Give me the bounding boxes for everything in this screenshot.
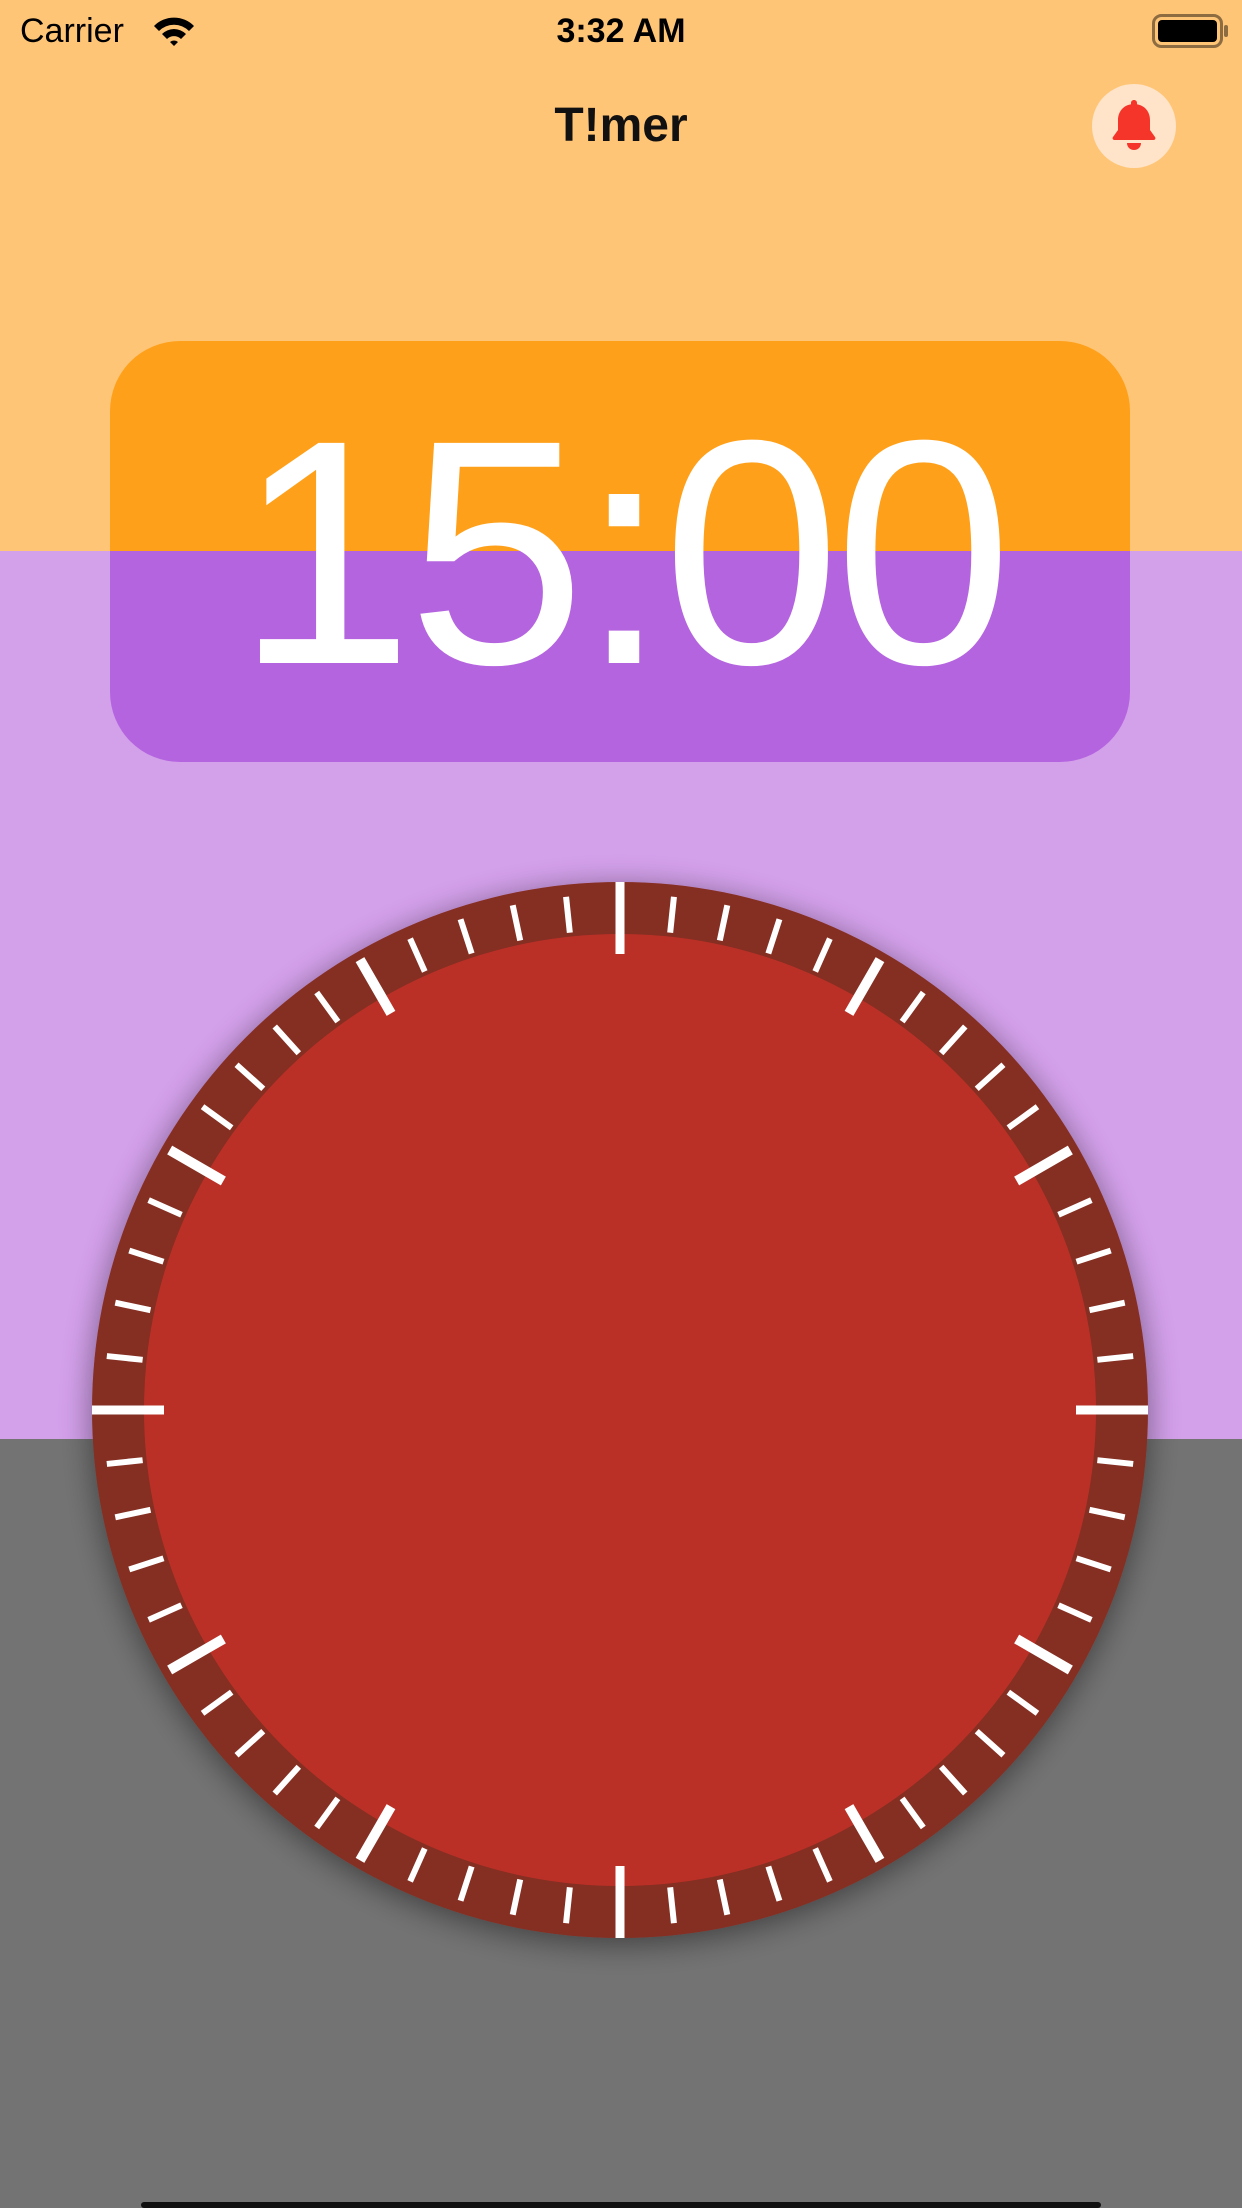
battery-full-icon: [1152, 14, 1230, 48]
dial-tick-minor: [106, 1457, 143, 1467]
timer-dial[interactable]: [92, 882, 1148, 1938]
home-indicator: [141, 2202, 1101, 2208]
dial-tick-minor: [667, 1887, 677, 1924]
dial-tick-minor: [667, 896, 677, 933]
dial-tick-minor: [1097, 1353, 1134, 1363]
timer-display: 15:00: [235, 373, 1013, 731]
dial-tick-minor: [563, 896, 573, 933]
bell-icon: [1108, 96, 1160, 157]
dial-tick-minor: [563, 1887, 573, 1924]
timer-screen: Carrier 3:32 AM T!mer 15:00: [0, 0, 1242, 2208]
dial-tick-minor: [1097, 1457, 1134, 1467]
dial-face[interactable]: [144, 934, 1096, 1886]
status-bar: Carrier 3:32 AM: [0, 0, 1242, 64]
notification-button[interactable]: [1092, 84, 1176, 168]
page-title: T!mer: [554, 99, 688, 152]
dial-tick-minor: [106, 1353, 143, 1363]
status-time: 3:32 AM: [556, 12, 686, 50]
